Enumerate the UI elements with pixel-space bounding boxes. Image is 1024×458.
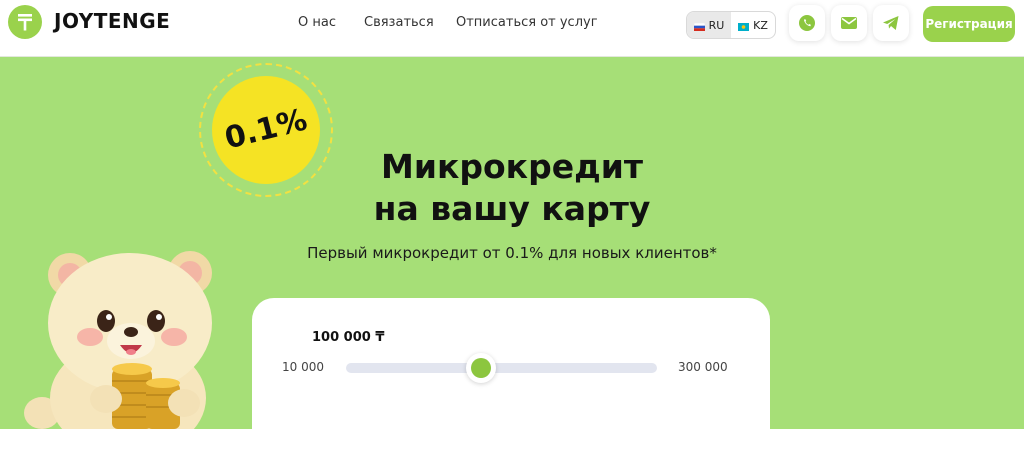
whatsapp-icon (799, 15, 815, 31)
range-min-label: 10 000 (282, 360, 324, 374)
lang-option-ru[interactable]: RU (687, 12, 731, 38)
nav-about[interactable]: О нас (298, 15, 336, 30)
loan-amount-value: 100 000 ₸ (312, 330, 385, 345)
lang-label-kz: KZ (753, 18, 768, 32)
mail-button[interactable] (831, 5, 867, 41)
hero-title-line-1: Микрокредит (381, 147, 643, 186)
language-switcher: RU KZ (686, 11, 776, 39)
brand-name[interactable]: JOYTENGE (54, 9, 170, 33)
amount-slider-track[interactable] (346, 353, 657, 383)
slider-thumb-dot (471, 358, 491, 378)
whatsapp-button[interactable] (789, 5, 825, 41)
nav-contact[interactable]: Связаться (364, 15, 434, 30)
site-header: JOYTENGE О нас Связаться Отписаться от у… (0, 0, 1024, 57)
tenge-logo-icon[interactable] (8, 5, 42, 39)
russia-flag-icon (693, 21, 705, 31)
range-max-label: 300 000 (678, 360, 728, 374)
telegram-button[interactable] (873, 5, 909, 41)
hero-subtitle: Первый микрокредит от 0.1% для новых кли… (307, 244, 717, 262)
hero-title-line-2: на вашу карту (373, 189, 651, 228)
telegram-icon (883, 16, 899, 30)
loan-calculator-card: 100 000 ₸ 10 000 300 000 (252, 298, 770, 458)
register-button[interactable]: Регистрация (923, 6, 1015, 42)
lang-option-kz[interactable]: KZ (731, 12, 775, 38)
bear-mascot-illustration (24, 251, 212, 429)
amount-slider-thumb[interactable] (466, 353, 496, 383)
mail-icon (841, 17, 857, 29)
lang-label-ru: RU (708, 18, 725, 32)
nav-unsubscribe[interactable]: Отписаться от услуг (456, 15, 598, 30)
kazakhstan-flag-icon (738, 21, 750, 31)
hero-title: Микрокредит на вашу карту (300, 146, 724, 230)
